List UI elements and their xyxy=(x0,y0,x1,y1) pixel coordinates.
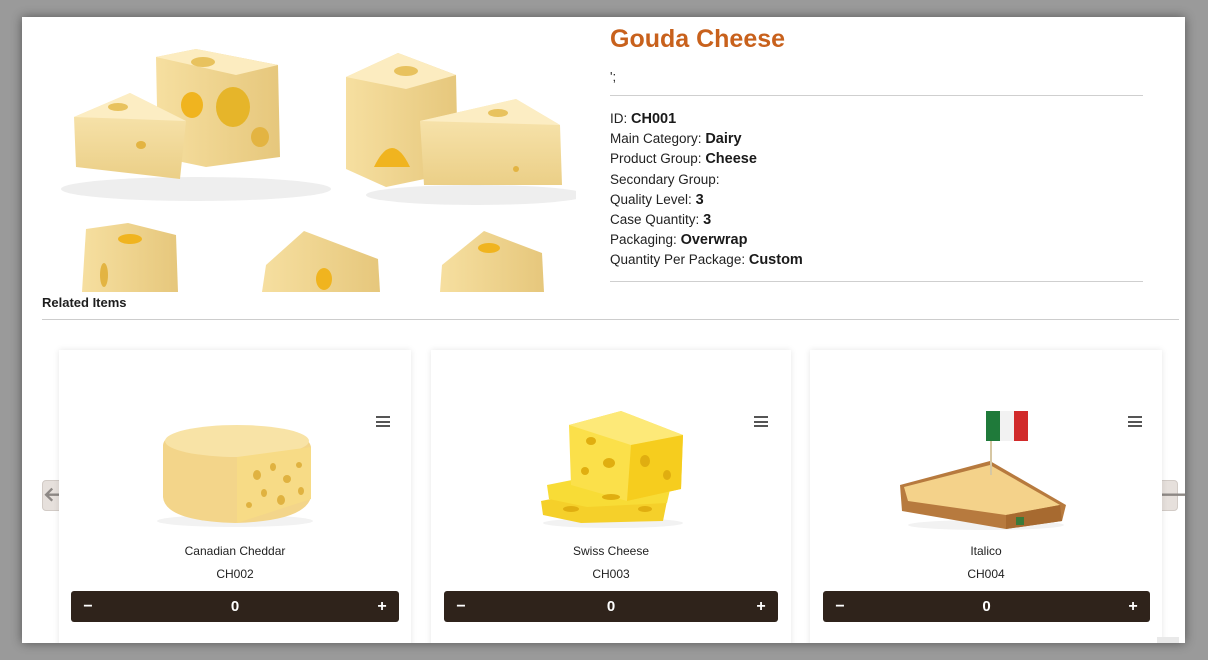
spec-quantity-per-package: Quantity Per Package: Custom xyxy=(610,252,803,269)
increment-button[interactable]: + xyxy=(746,591,776,622)
product-title: Gouda Cheese xyxy=(610,25,786,53)
spec-main-category: Main Category: Dairy xyxy=(610,131,742,148)
product-description: '; xyxy=(610,69,617,84)
product-image xyxy=(46,17,576,292)
divider xyxy=(610,95,1143,96)
spec-quality-level: Quality Level: 3 xyxy=(610,191,704,208)
spec-secondary-group: Secondary Group: xyxy=(610,171,720,187)
italico-cheese-image xyxy=(900,411,1066,530)
related-item-card[interactable]: Swiss Cheese CH003 − 0 + xyxy=(431,350,791,643)
quantity-value[interactable]: 0 xyxy=(71,591,399,622)
item-name[interactable]: Italico xyxy=(810,544,1162,558)
increment-button[interactable]: + xyxy=(367,591,397,622)
divider xyxy=(42,319,1179,320)
spec-product-group: Product Group: Cheese xyxy=(610,151,757,168)
item-image xyxy=(431,405,791,535)
item-image xyxy=(59,405,411,535)
quantity-value[interactable]: 0 xyxy=(823,591,1150,622)
swiss-cheese-image xyxy=(541,411,683,528)
product-specs: ID: CH001 Main Category: Dairy Product G… xyxy=(610,109,803,271)
item-name[interactable]: Canadian Cheddar xyxy=(59,544,411,558)
quantity-value[interactable]: 0 xyxy=(444,591,778,622)
product-page: Gouda Cheese '; ID: CH001 Main Category:… xyxy=(22,17,1185,643)
spec-id: ID: CH001 xyxy=(610,111,677,127)
related-item-card[interactable]: Italico CH004 − 0 + xyxy=(810,350,1162,643)
cheese-wedges-image xyxy=(61,49,576,292)
increment-button[interactable]: + xyxy=(1118,591,1148,622)
scroll-indicator[interactable] xyxy=(1157,637,1179,643)
item-image xyxy=(810,405,1162,535)
cheese-wheel-image xyxy=(157,425,313,527)
item-name[interactable]: Swiss Cheese xyxy=(431,544,791,558)
spec-case-quantity: Case Quantity: 3 xyxy=(610,212,712,229)
quantity-stepper: − 0 + xyxy=(823,591,1150,622)
item-id: CH004 xyxy=(967,567,1005,581)
divider xyxy=(610,281,1143,282)
item-id: CH002 xyxy=(216,567,254,581)
quantity-stepper: − 0 + xyxy=(444,591,778,622)
related-item-card[interactable]: Canadian Cheddar CH002 − 0 + xyxy=(59,350,411,643)
quantity-stepper: − 0 + xyxy=(71,591,399,622)
related-items-heading: Related Items xyxy=(42,295,127,310)
item-id: CH003 xyxy=(592,567,630,581)
spec-packaging: Packaging: Overwrap xyxy=(610,232,748,249)
